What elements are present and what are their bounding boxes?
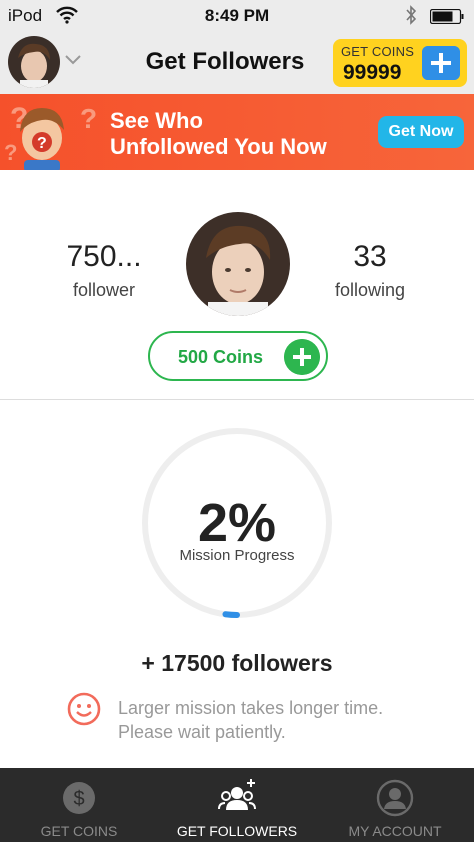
following-stat: 33 following [300, 240, 440, 301]
tab-my-account[interactable]: MY ACCOUNT [316, 768, 474, 842]
app-screen: iPod 8:49 PM Get Followers GET COINS 999… [0, 0, 474, 842]
wait-note-line2: Please wait patiently. [118, 722, 286, 742]
get-coins-button[interactable]: GET COINS 99999 [333, 39, 467, 87]
get-now-button[interactable]: Get Now [378, 116, 464, 148]
svg-text:?: ? [4, 140, 17, 165]
tab-get-coins[interactable]: $ GET COINS [0, 768, 158, 842]
coins-pill-button[interactable]: 500 Coins [148, 331, 328, 381]
banner-title-line2: Unfollowed You Now [110, 134, 327, 159]
account-icon [376, 779, 414, 817]
tab-bar: $ GET COINS GET FOLLOWERS MY ACCOUNT [0, 768, 474, 842]
coins-pill-label: 500 Coins [178, 347, 264, 367]
followers-stat: 750... follower [34, 240, 174, 301]
followers-count: 750... [66, 240, 142, 273]
add-coins-icon [284, 339, 320, 375]
tab-my-account-label: MY ACCOUNT [348, 823, 442, 839]
followers-icon [218, 779, 256, 810]
progress-percent: 2% [197, 493, 277, 553]
chevron-down-icon[interactable] [64, 54, 82, 66]
mission-section: 2% Mission Progress + 17500 followers La… [0, 400, 474, 768]
progress-label: Mission Progress [179, 547, 295, 564]
confused-person-icon: ? ? ? ? [4, 102, 97, 170]
profile-avatar [186, 212, 290, 316]
tab-get-followers[interactable]: GET FOLLOWERS [158, 768, 316, 842]
svg-text:?: ? [80, 103, 97, 134]
avatar-portrait-icon [8, 36, 60, 88]
dollar-icon: $ [63, 782, 95, 814]
svg-text:$: $ [73, 788, 84, 810]
profile-section: 750... follower 33 following 500 Coins [0, 170, 474, 400]
wait-note-line1: Larger mission takes longer time. [118, 698, 384, 718]
tab-get-coins-label: GET COINS [40, 823, 118, 839]
get-coins-label: GET COINS [341, 44, 415, 59]
smile-icon [67, 692, 101, 726]
bluetooth-icon [406, 5, 417, 25]
svg-text:?: ? [37, 135, 47, 152]
battery-icon [430, 9, 464, 24]
tab-get-followers-label: GET FOLLOWERS [176, 823, 298, 839]
following-count: 33 [353, 240, 387, 273]
status-bar: iPod 8:49 PM [0, 0, 474, 32]
banner-title-line1: See Who [110, 108, 203, 133]
plus-icon [422, 46, 460, 80]
progress-ring-fill [222, 611, 240, 618]
user-avatar[interactable] [8, 36, 60, 88]
followers-label: follower [72, 280, 136, 300]
profile-portrait-icon [186, 212, 290, 316]
followers-goal: + 17500 followers [141, 650, 333, 676]
nav-bar: Get Followers GET COINS 99999 [0, 32, 474, 94]
coins-balance: 99999 [343, 61, 402, 84]
page-title: Get Followers [145, 48, 305, 75]
following-label: following [334, 280, 406, 300]
status-time: 8:49 PM [204, 6, 270, 25]
unfollow-banner[interactable]: ? ? ? ? See Who Unfollowed You Now Get N… [0, 94, 474, 170]
